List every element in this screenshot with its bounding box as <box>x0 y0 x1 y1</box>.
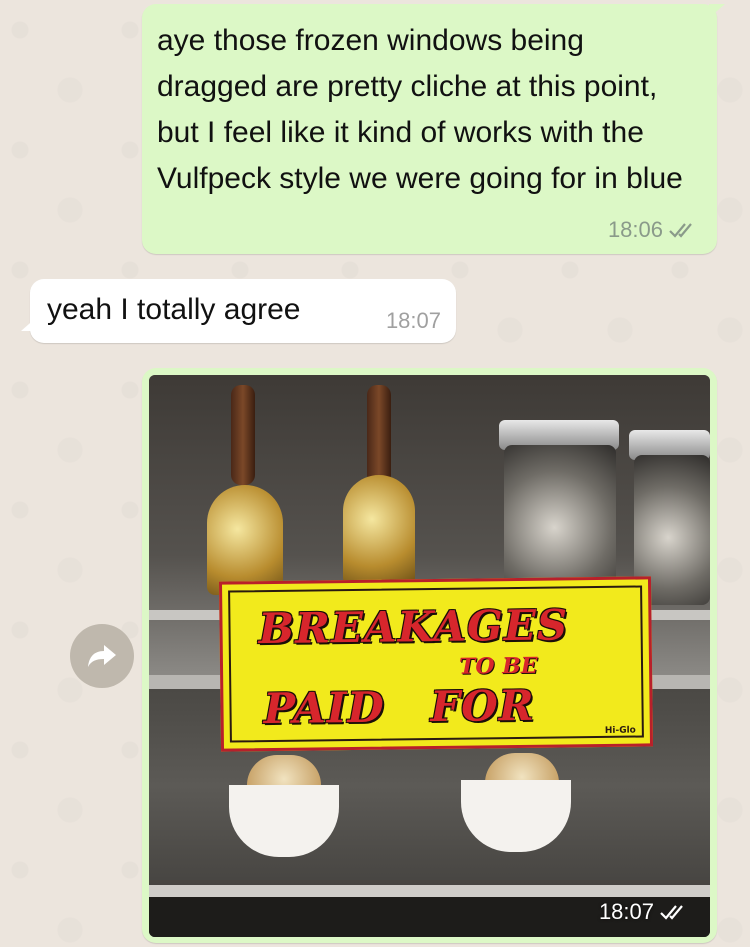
message-time: 18:06 <box>607 217 663 242</box>
bubble-tail <box>21 317 37 331</box>
sign-line-2: TO BE <box>458 652 538 680</box>
message-time: 18:07 <box>598 899 654 924</box>
bell-handle <box>367 385 391 485</box>
message-time: 18:07 <box>385 308 441 333</box>
message-meta: 18:06 <box>608 217 699 243</box>
breakages-sign: BREAKAGES TO BE PAID FOR Hi-Glo <box>218 576 654 752</box>
double-check-icon <box>669 223 692 238</box>
message-bubble-outgoing[interactable]: aye those frozen windows being dragged a… <box>142 4 725 254</box>
double-check-icon <box>660 905 683 920</box>
sign-line-3: PAID FOR <box>263 680 535 734</box>
sign-brand: Hi-Glo <box>604 725 636 736</box>
forward-button[interactable] <box>70 624 134 688</box>
shelf <box>149 885 710 897</box>
bubble-tail <box>709 4 725 18</box>
skull-mug <box>504 445 616 595</box>
bell <box>343 475 415 585</box>
forward-arrow-icon <box>88 645 116 667</box>
bell-handle <box>231 385 255 485</box>
sign-line-1: BREAKAGES <box>258 600 569 654</box>
message-text: yeah I totally agree <box>47 293 301 326</box>
message-text: aye those frozen windows being dragged a… <box>157 24 683 195</box>
message-bubble-incoming[interactable]: yeah I totally agree 18:07 <box>21 279 456 343</box>
message-meta: 18:07 <box>599 899 690 925</box>
image-message-bubble[interactable]: BREAKAGES TO BE PAID FOR Hi-Glo 18:07 <box>142 368 717 943</box>
photo-attachment[interactable]: BREAKAGES TO BE PAID FOR Hi-Glo 18:07 <box>149 375 710 937</box>
bell <box>207 485 283 595</box>
